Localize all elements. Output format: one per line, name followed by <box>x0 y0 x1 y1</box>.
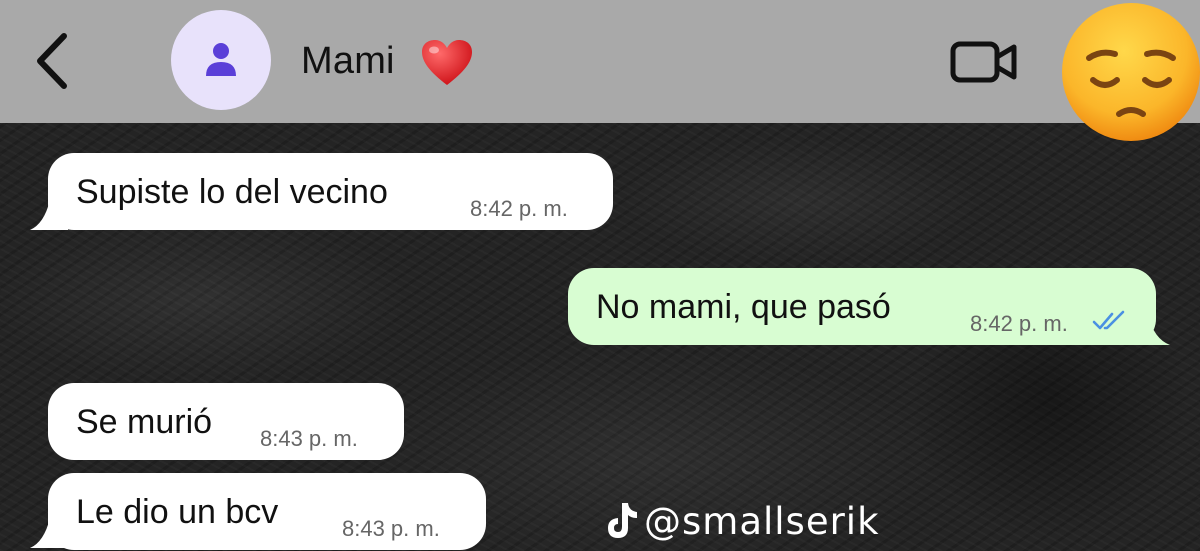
avatar[interactable] <box>171 10 271 110</box>
message-bubble-outgoing[interactable]: No mami, que pasó 8:42 p. m. <box>568 268 1156 345</box>
message-time: 8:42 p. m. <box>970 311 1068 336</box>
message-time: 8:43 p. m. <box>260 426 358 451</box>
person-icon <box>206 43 236 76</box>
double-check-read-icon <box>1092 310 1125 330</box>
message-time: 8:42 p. m. <box>470 196 568 221</box>
heart-emoji-icon <box>422 40 472 85</box>
tiktok-watermark: @smallserik <box>602 496 880 546</box>
video-camera-icon <box>950 41 1017 83</box>
message-bubble-incoming[interactable]: Le dio un bcv 8:43 p. m. <box>48 473 486 550</box>
contact-name[interactable]: Mami <box>301 40 395 83</box>
message-bubble-incoming[interactable]: Supiste lo del vecino 8:42 p. m. <box>48 153 613 230</box>
chevron-left-icon <box>37 33 67 89</box>
video-call-button[interactable] <box>950 38 1018 86</box>
message-text: No mami, que pasó <box>596 288 891 326</box>
message-text: Se murió <box>76 403 213 441</box>
chat-header: Mami <box>0 0 1200 123</box>
message-time: 8:43 p. m. <box>342 516 440 541</box>
message-text: Supiste lo del vecino <box>76 173 388 211</box>
watermark-text: @smallserik <box>644 499 880 543</box>
message-text: Le dio un bcv <box>76 493 279 531</box>
pensive-face-emoji-icon <box>1062 3 1200 141</box>
message-bubble-incoming[interactable]: Se murió 8:43 p. m. <box>48 383 404 460</box>
back-button[interactable] <box>28 30 80 92</box>
tiktok-icon <box>608 503 637 538</box>
